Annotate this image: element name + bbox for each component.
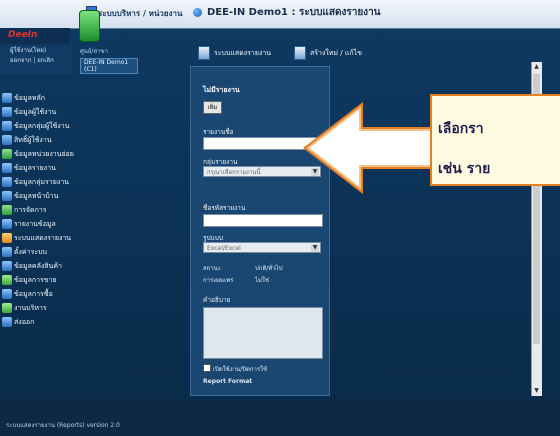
report-format-label: Report Format <box>203 378 253 385</box>
user-icon <box>2 107 12 117</box>
new-report-button[interactable]: เพิ่ม <box>203 101 222 114</box>
report-group-value: กรุณาเลือกรายงานนี้ <box>207 169 261 176</box>
sidebar-item[interactable]: ข้อมูลผู้ใช้งาน <box>0 106 82 118</box>
arrow-inner <box>306 105 435 191</box>
report-group-icon <box>2 177 12 187</box>
chevron-down-icon: ▼ <box>311 244 319 252</box>
document-icon <box>198 46 210 60</box>
sidebar-item[interactable]: ข้อมูลรายงาน <box>0 162 82 174</box>
sidebar-item[interactable]: ข้อมูลการซื้อ <box>0 288 82 300</box>
report-icon <box>2 163 12 173</box>
sidebar: ข้อมูลหลัก ข้อมูลผู้ใช้งาน ข้อมูลกลุ่มผู… <box>0 92 82 330</box>
format-select[interactable]: Excel/Excel ▼ <box>203 242 321 253</box>
user-box: ผู้ใช้งาน(ไทย) ออกจาก | ยกเลิก <box>0 46 72 74</box>
sidebar-item-label: ข้อมูลผู้ใช้งาน <box>14 108 57 116</box>
scroll-up-icon[interactable]: ▲ <box>533 63 540 71</box>
sidebar-item-label: ข้อมูลกลุ่มผู้ใช้งาน <box>14 122 70 130</box>
globe-icon <box>193 8 202 17</box>
format-value: Excel/Excel <box>207 245 241 252</box>
sidebar-item-label: ข้อมูลหน้าบ้าน <box>14 192 59 200</box>
tab-label: สร้างใหม่ / แก้ไข <box>310 49 362 57</box>
admin-icon <box>2 303 12 313</box>
sidebar-item-label: ตั้งค่าระบบ <box>14 248 47 256</box>
publish-value: ไม่ใช่ <box>255 277 269 284</box>
sidebar-item-label: รายงานข้อมูล <box>14 220 56 228</box>
tab-label: ระบบแสดงรายงาน <box>214 49 272 57</box>
chart-icon <box>2 233 12 243</box>
warehouse-icon <box>2 261 12 271</box>
sidebar-item-label: ระบบแสดงรายงาน <box>14 234 72 242</box>
sidebar-item[interactable]: ระบบแสดงรายงาน <box>0 232 82 244</box>
sidebar-item-label: ข้อมูลรายงาน <box>14 164 56 172</box>
sidebar-item[interactable]: ข้อมูลหลัก <box>0 92 82 104</box>
callout-line-1: เลือกรา <box>438 121 484 137</box>
sidebar-item[interactable]: ตั้งค่าระบบ <box>0 246 82 258</box>
sidebar-item-label: งานบริหาร <box>14 304 47 312</box>
status-label: สถานะ <box>203 265 221 272</box>
status-value: ปกติ/ทั่วไป <box>255 265 283 272</box>
sidebar-item[interactable]: รายงานข้อมูล <box>0 218 82 230</box>
user-name: ผู้ใช้งาน(ไทย) <box>10 47 47 54</box>
report-name-label: รายงานชื่อ <box>203 128 234 136</box>
report-code-input[interactable] <box>203 214 323 227</box>
sidebar-item-label: ส่งออก <box>14 318 35 326</box>
sidebar-item[interactable]: ข้อมูลการขาย <box>0 274 82 286</box>
sidebar-item-label: ข้อมูลการซื้อ <box>14 290 53 298</box>
description-textarea[interactable] <box>203 307 323 359</box>
sidebar-item-label: การจัดการ <box>14 206 47 214</box>
settings-icon <box>2 247 12 257</box>
manage-icon <box>2 205 12 215</box>
app-logo: DeeIn <box>0 28 70 44</box>
form-heading: ไม่มีรายงาน <box>203 86 240 94</box>
sidebar-item-label: ข้อมูลหน่วยงานย่อย <box>14 150 74 158</box>
tab-create-edit[interactable]: สร้างใหม่ / แก้ไข <box>294 44 362 62</box>
sidebar-item-label: ข้อมูลการขาย <box>14 276 57 284</box>
purchase-icon <box>2 289 12 299</box>
building-icon <box>2 149 12 159</box>
annotation-callout: เลือกรา เช่น ราย <box>430 94 560 186</box>
enable-checkbox[interactable] <box>203 364 211 372</box>
sidebar-item[interactable]: ข้อมูลกลุ่มผู้ใช้งาน <box>0 120 82 132</box>
report-code-label: ชื่อรหัสรายงาน <box>203 204 246 212</box>
edit-icon <box>294 46 306 60</box>
sidebar-item[interactable]: สิทธิ์ผู้ใช้งาน <box>0 134 82 146</box>
footer-text: ระบบแสดงรายงาน (Reports) version 2.0 <box>6 422 120 429</box>
annotation-arrow-icon <box>303 101 437 195</box>
sidebar-item[interactable]: ข้อมูลกลุ่มรายงาน <box>0 176 82 188</box>
sales-icon <box>2 275 12 285</box>
branch-selector[interactable]: ศูนย์/สาขา DEE-IN Demo1 (C1) <box>80 46 138 74</box>
checkbox-label: เปิดใช้งาน/ปิดการใช้ <box>213 366 268 373</box>
callout-line-2: เช่น ราย <box>438 161 491 177</box>
window-title: DEE-IN Demo1 : ระบบแสดงรายงาน <box>207 7 381 18</box>
home-icon[interactable] <box>79 10 100 42</box>
sidebar-item-label: สิทธิ์ผู้ใช้งาน <box>14 136 52 144</box>
branch-value[interactable]: DEE-IN Demo1 (C1) <box>80 58 138 74</box>
user-links[interactable]: ออกจาก | ยกเลิก <box>0 56 72 66</box>
sidebar-item[interactable]: ข้อมูลหน้าบ้าน <box>0 190 82 202</box>
export-icon <box>2 317 12 327</box>
branch-label: ศูนย์/สาขา <box>80 48 108 55</box>
report-group-select[interactable]: กรุณาเลือกรายงานนี้ ▼ <box>203 166 321 177</box>
folder-icon <box>2 93 12 103</box>
home-page-icon <box>2 191 12 201</box>
description-label: คำอธิบาย <box>203 296 231 304</box>
sidebar-item-label: ข้อมูลหลัก <box>14 94 46 102</box>
tab-report-viewer[interactable]: ระบบแสดงรายงาน <box>198 44 271 62</box>
sidebar-item[interactable]: ข้อมูลคลังสินค้า <box>0 260 82 272</box>
sidebar-item-label: ข้อมูลกลุ่มรายงาน <box>14 178 69 186</box>
logo-text: DeeIn <box>8 30 38 40</box>
sidebar-item-label: ข้อมูลคลังสินค้า <box>14 262 62 270</box>
group-icon <box>2 121 12 131</box>
scroll-down-icon[interactable]: ▼ <box>533 387 540 395</box>
sidebar-item[interactable]: ข้อมูลหน่วยงานย่อย <box>0 148 82 160</box>
sidebar-item[interactable]: ส่งออก <box>0 316 82 328</box>
key-icon <box>2 135 12 145</box>
tab-bar: ระบบแสดงรายงาน สร้างใหม่ / แก้ไข <box>190 42 530 64</box>
sidebar-item[interactable]: การจัดการ <box>0 204 82 216</box>
sidebar-item[interactable]: งานบริหาร <box>0 302 82 314</box>
data-icon <box>2 219 12 229</box>
publish-label: การเผยแพร่ <box>203 277 234 284</box>
footer: ระบบแสดงรายงาน (Reports) version 2.0 <box>0 400 560 436</box>
module-label[interactable]: ระบบบริหาร / หน่วยงาน <box>98 7 182 20</box>
